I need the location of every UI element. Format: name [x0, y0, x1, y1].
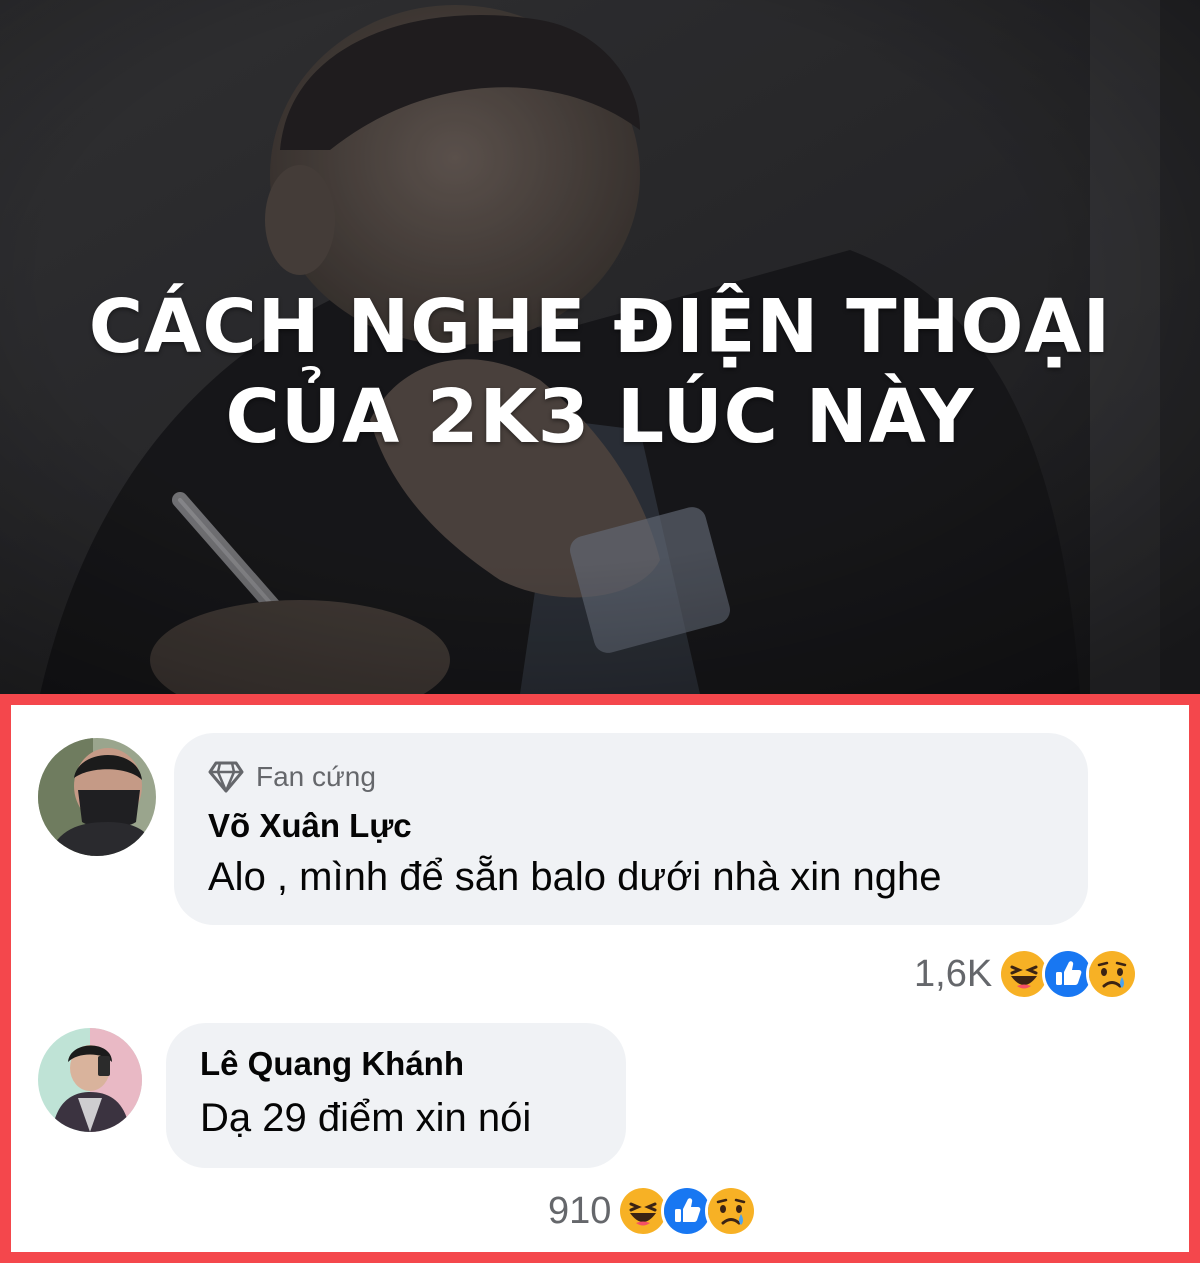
comment-text-1: Alo , mình để sẵn balo dưới nhà xin nghe [208, 855, 942, 899]
hero-photo: CÁCH NGHE ĐIỆN THOẠI CỦA 2K3 LÚC NÀY [0, 0, 1200, 694]
avatar-le-quang-khanh[interactable] [38, 1028, 142, 1132]
reactions-summary-1[interactable]: 1,6K [914, 948, 1139, 1000]
comment-author-2[interactable]: Lê Quang Khánh [200, 1045, 464, 1083]
comment-bubble-1: Fan cứng Võ Xuân Lực Alo , mình để sẵn b… [174, 733, 1088, 925]
sad-icon [705, 1185, 758, 1237]
fan-badge: Fan cứng [208, 761, 376, 793]
avatar-vo-xuan-luc[interactable] [38, 738, 156, 856]
meme-title: CÁCH NGHE ĐIỆN THOẠI CỦA 2K3 LÚC NÀY [0, 282, 1200, 462]
avatar-image [38, 1028, 142, 1132]
comments-panel: Fan cứng Võ Xuân Lực Alo , mình để sẵn b… [0, 694, 1200, 1263]
diamond-icon [208, 761, 244, 793]
comment-bubble-2: Lê Quang Khánh Dạ 29 điểm xin nói [166, 1023, 626, 1168]
avatar-image [38, 738, 156, 856]
comment-author-1[interactable]: Võ Xuân Lực [208, 807, 412, 845]
meme-image: CÁCH NGHE ĐIỆN THOẠI CỦA 2K3 LÚC NÀY Fan… [0, 0, 1200, 1263]
fan-badge-label: Fan cứng [256, 761, 376, 792]
meme-title-line-1: CÁCH NGHE ĐIỆN THOẠI [88, 284, 1112, 370]
meme-title-line-2: CỦA 2K3 LÚC NÀY [225, 374, 975, 460]
comment-text-2: Dạ 29 điểm xin nói [200, 1096, 532, 1140]
reaction-count-2: 910 [548, 1189, 612, 1232]
reaction-count-1: 1,6K [914, 952, 993, 995]
sad-icon [1086, 948, 1139, 1000]
reactions-summary-2[interactable]: 910 [548, 1185, 758, 1237]
